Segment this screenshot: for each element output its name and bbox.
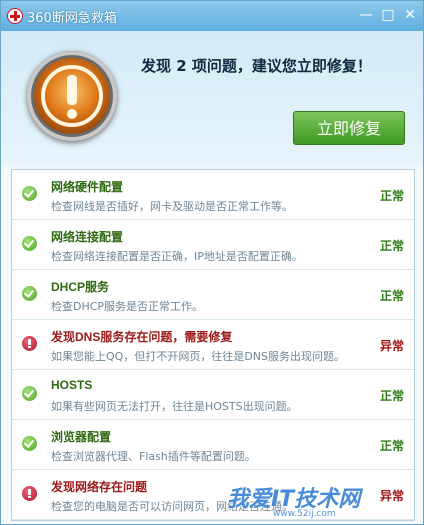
check-circle-icon [22,386,37,401]
check-item[interactable]: 发现DNS服务存在问题，需要修复如果您能上QQ，但打不开网页，往往是DNS服务出… [12,320,414,370]
app-window: 360断网急救箱 — □ ✕ 发现 2 项问题，建议您立即修复！ 立即修复 网络… [0,0,424,525]
check-status: 正常 [379,239,404,253]
first-aid-icon [7,8,23,24]
check-status: 正常 [379,439,404,453]
check-name: 网络硬件配置 [51,180,124,194]
check-status: 异常 [379,489,404,503]
check-status: 正常 [379,389,404,403]
maximize-button[interactable]: □ [377,5,399,25]
check-description: 检查网线是否插好，网卡及驱动是否正常工作等。 [51,200,293,213]
check-description: 检查网络连接配置是否正确，IP地址是否配置正确。 [51,250,303,263]
check-name: 发现网络存在问题 [51,480,148,494]
check-description: 检查DHCP服务是否正常工作。 [51,300,204,313]
check-status: 异常 [379,339,404,353]
check-name: 网络连接配置 [51,230,124,244]
check-list: 网络硬件配置 检查网线是否插好，网卡及驱动是否正常工作等。 正常 网络连接配置 检查网络… [11,169,415,521]
check-circle-icon [22,436,37,451]
minimize-button[interactable]: — [355,5,377,25]
check-item[interactable]: HOSTS 如果有些网页无法打开，往往是HOSTS出现问题。 正常 [12,370,414,420]
check-description: 如果您能上QQ，但打不开网页，往往是DNS服务出现问题。 [51,350,345,363]
check-status: 正常 [379,189,404,203]
check-circle-icon [22,186,37,201]
warning-icon [27,51,117,141]
check-name: 发现DNS服务存在问题，需要修复 [51,330,233,344]
check-circle-icon [22,286,37,301]
check-item[interactable]: 网络连接配置检查网络连接配置是否正确，IP地址是否配置正确。 正常 [12,220,414,270]
check-item[interactable]: 浏览器配置检查浏览器代理、Flash插件等配置问题。 正常 [12,420,414,470]
window-title: 360断网急救箱 [27,11,117,26]
check-description: 如果有些网页无法打开，往往是HOSTS出现问题。 [51,400,298,413]
check-status: 正常 [379,289,404,303]
headline: 发现 2 项问题，建议您立即修复！ [141,57,372,75]
title-bar[interactable]: 360断网急救箱 — □ ✕ [1,1,423,31]
check-name: HOSTS [51,378,93,392]
check-name: DHCP服务 [51,280,110,294]
check-description: 检查浏览器代理、Flash插件等配置问题。 [51,450,256,463]
check-item[interactable]: 网络硬件配置检查网线是否插好，网卡及驱动是否正常工作等。 正常 [12,170,414,220]
exclamation-circle-icon [22,336,37,351]
fix-now-button[interactable]: 立即修复 [293,111,405,145]
check-name: 浏览器配置 [51,430,112,444]
check-circle-icon [22,236,37,251]
close-button[interactable]: ✕ [399,5,421,25]
check-description: 检查您的电脑是否可以访问网页，网络是否连通。 [51,500,293,513]
check-item[interactable]: 发现网络存在问题检查您的电脑是否可以访问网页，网络是否连通。 异常 [12,470,414,520]
check-item[interactable]: DHCP服务检查DHCP服务是否正常工作。 正常 [12,270,414,320]
exclamation-circle-icon [22,486,37,501]
